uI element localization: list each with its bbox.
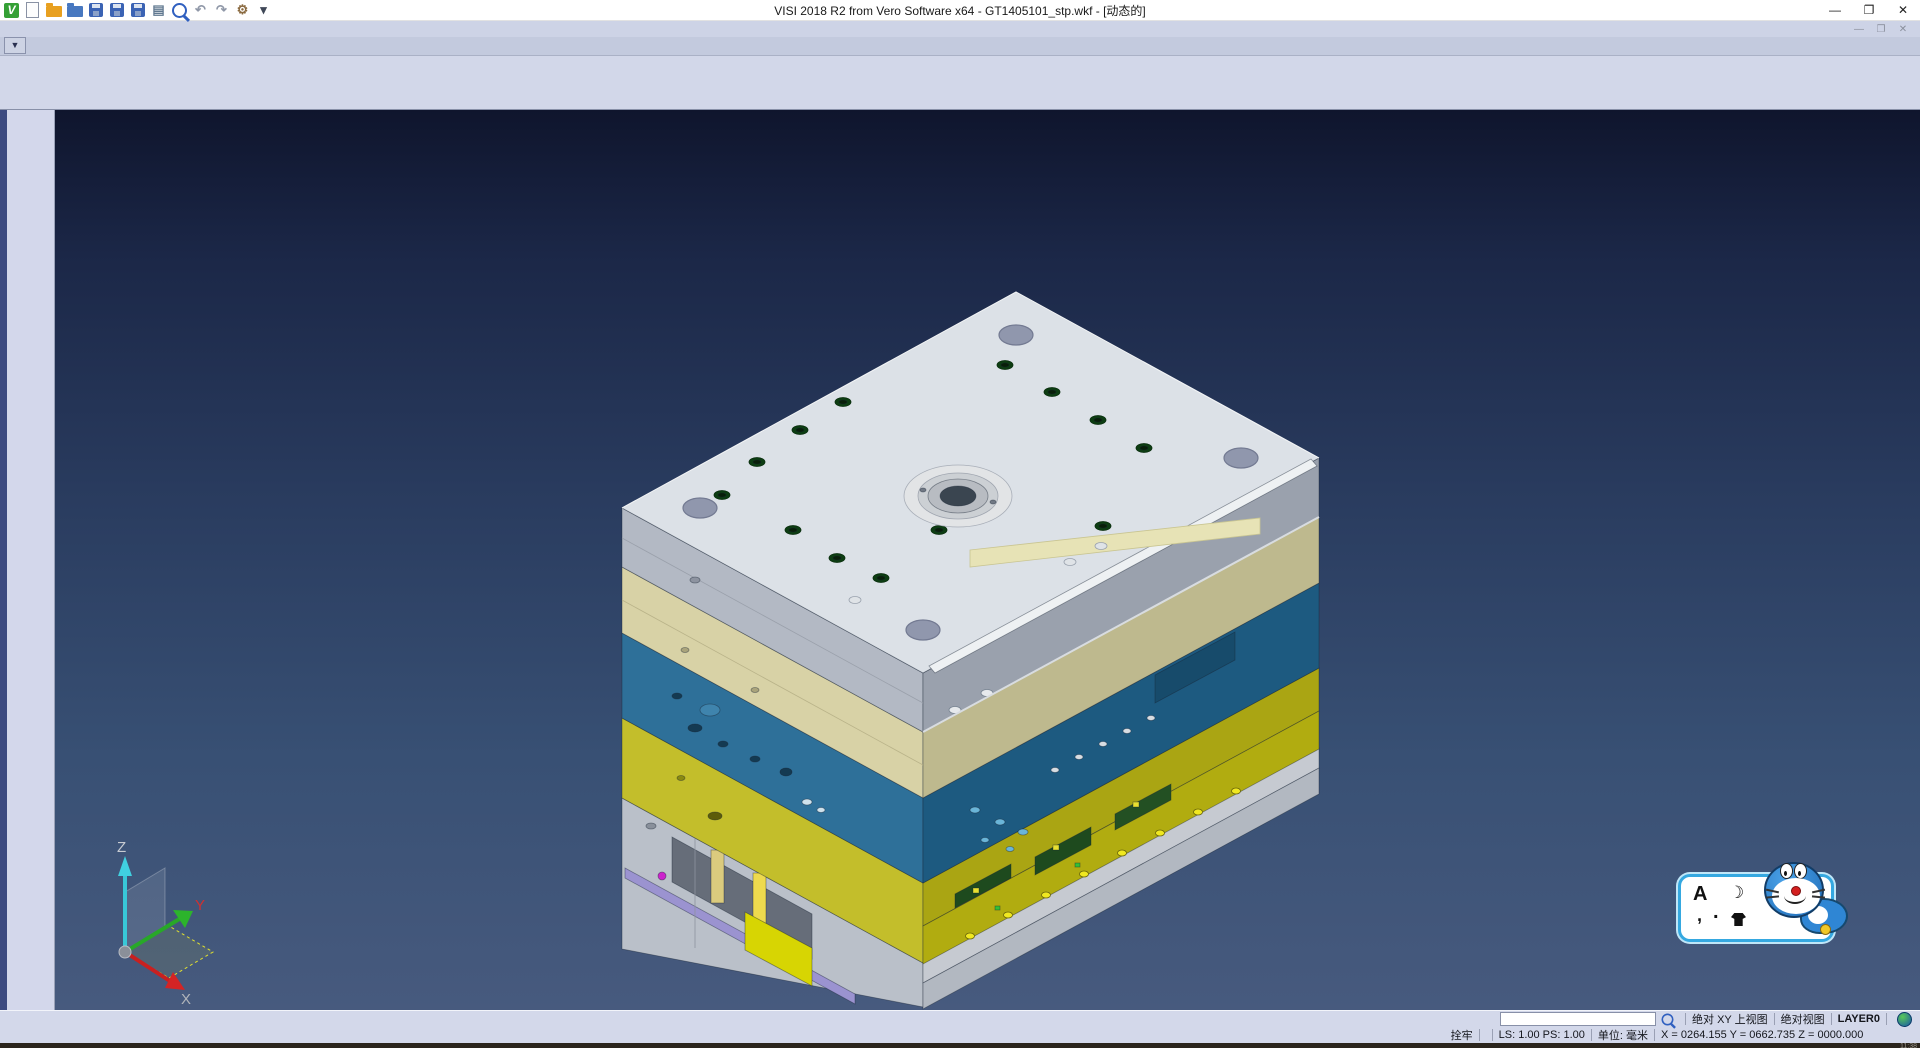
- ime-comma-icon[interactable]: ,: [1697, 905, 1702, 926]
- axis-z-label: Z: [117, 839, 126, 856]
- visi-logo[interactable]: V: [3, 2, 20, 19]
- units-indicator[interactable]: 单位: 毫米: [1598, 1027, 1648, 1043]
- absolute-view-label[interactable]: 绝对视图: [1781, 1011, 1825, 1027]
- axis-x-label: X: [181, 991, 191, 1008]
- window-controls: — ❐ ✕: [1818, 3, 1920, 17]
- save-as-icon[interactable]: [108, 2, 125, 19]
- redo-icon[interactable]: ↷: [213, 2, 230, 19]
- close-button[interactable]: ✕: [1886, 3, 1920, 17]
- toolbar-options-icon[interactable]: ▾: [255, 2, 272, 19]
- title-bar: V ▤ ↶↷⚙▾ VISI 2018 R2 from Vero Software x…: [0, 0, 1920, 21]
- toolbar-tab-row: ▼: [0, 37, 1920, 56]
- status-bar: 绝对 XY 上视图 绝对视图 LAYER0 拴牢 LS: 1.00 PS: 1.…: [0, 1010, 1920, 1043]
- mold-assembly: [622, 292, 1319, 1009]
- insert-file-icon[interactable]: [66, 2, 83, 19]
- ime-moon-icon[interactable]: ☽: [1729, 883, 1744, 903]
- ime-lang-indicator[interactable]: A: [1693, 883, 1707, 906]
- lock-label[interactable]: 拴牢: [1451, 1027, 1473, 1043]
- print-preview-icon[interactable]: [171, 2, 188, 19]
- status-row-1: 绝对 XY 上视图 绝对视图 LAYER0: [0, 1011, 1920, 1027]
- search-icon[interactable]: [1662, 1013, 1674, 1025]
- main-area: Z Y X A ☽ , .: [0, 110, 1920, 1010]
- search-input[interactable]: [1500, 1012, 1656, 1026]
- session-icon[interactable]: ⚙: [234, 2, 251, 19]
- menu-bar: — ❐ ✕: [0, 21, 1920, 37]
- mdi-minimize-button[interactable]: —: [1848, 24, 1870, 35]
- view-mode-label[interactable]: 绝对 XY 上视图: [1692, 1011, 1768, 1027]
- restore-button[interactable]: ❐: [1852, 3, 1886, 17]
- globe-icon[interactable]: [1897, 1012, 1912, 1027]
- print-icon[interactable]: ▤: [150, 2, 167, 19]
- coordinates-readout: X = 0264.155 Y = 0662.735 Z = 0000.000: [1661, 1029, 1916, 1041]
- left-tool-palette: [0, 110, 55, 1010]
- new-document-icon[interactable]: [24, 2, 41, 19]
- axis-y-label: Y: [195, 897, 205, 914]
- ime-period-icon[interactable]: .: [1713, 901, 1719, 924]
- minimize-button[interactable]: —: [1818, 3, 1852, 17]
- mdi-window-controls: — ❐ ✕: [1848, 24, 1920, 35]
- undo-icon[interactable]: ↶: [192, 2, 209, 19]
- doraemon-face: [1772, 878, 1820, 914]
- scale-indicator[interactable]: LS: 1.00 PS: 1.00: [1499, 1029, 1585, 1041]
- ime-sticker-panel[interactable]: A ☽ , .: [1678, 862, 1850, 957]
- save-icon[interactable]: [87, 2, 104, 19]
- status-row-2: 拴牢 LS: 1.00 PS: 1.00 单位: 毫米 X = 0264.155…: [0, 1027, 1920, 1043]
- quick-access-toolbar: V ▤ ↶↷⚙▾: [0, 2, 272, 19]
- viewport-3d[interactable]: Z Y X A ☽ , .: [55, 110, 1920, 1010]
- docked-toolbar-edge: [0, 110, 7, 1010]
- mdi-restore-button[interactable]: ❐: [1870, 24, 1892, 35]
- viewport-canvas[interactable]: Z Y X: [55, 110, 1920, 1010]
- mdi-close-button[interactable]: ✕: [1892, 24, 1914, 35]
- windows-taskbar[interactable]: 11:38: [0, 1043, 1920, 1048]
- open-file-icon[interactable]: [45, 2, 62, 19]
- taskbar-clock: 11:38: [1900, 1043, 1920, 1048]
- locating-ring: [904, 465, 1012, 527]
- axis-triad: Z Y X: [117, 839, 213, 1008]
- window-title: VISI 2018 R2 from Vero Software x64 - GT…: [0, 2, 1920, 19]
- layer-indicator[interactable]: LAYER0: [1838, 1013, 1880, 1025]
- tab-dropdown-button[interactable]: ▼: [4, 37, 26, 54]
- main-toolbar: [0, 56, 1920, 110]
- save-all-icon[interactable]: [129, 2, 146, 19]
- ime-skin-icon[interactable]: [1731, 913, 1746, 926]
